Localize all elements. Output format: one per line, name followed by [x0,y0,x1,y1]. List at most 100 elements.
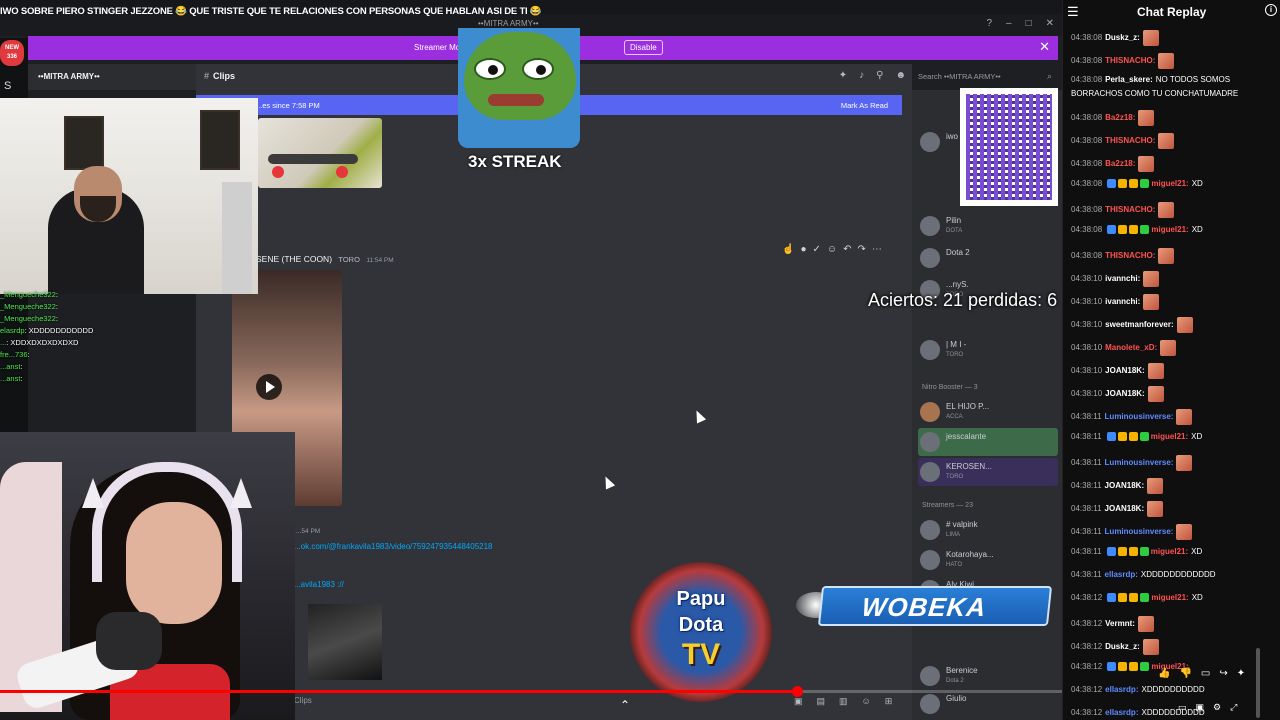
more-icon[interactable]: ⋯ [872,244,882,255]
chat-scrollbar[interactable] [1256,648,1260,718]
menu-icon[interactable]: ☰ [1067,4,1079,20]
search-input[interactable]: Search ••MITRA ARMY•• ⌕ [912,68,1058,86]
chat-author[interactable]: Duskz_z: [1105,642,1140,651]
chat-message[interactable]: 04:38:11 Luminousinverse: [1071,451,1277,474]
threads-icon[interactable]: ✦ [839,70,847,81]
chat-author[interactable]: Perla_skere: [1105,75,1153,84]
chat-message[interactable]: 04:38:08 Ba2z18: [1071,106,1277,129]
chat-author[interactable]: JOAN18K: [1105,389,1145,398]
chat-author[interactable]: Ba2z18: [1105,159,1135,168]
chat-author[interactable]: JOAN18K: [1105,481,1145,490]
chat-author[interactable]: Luminousinverse: [1105,458,1174,467]
chat-message[interactable]: 04:38:08 miguel21: XD [1071,221,1277,244]
chat-author[interactable]: ellasrdp: [1105,570,1138,579]
message-area[interactable]: ...es since 7:58 PM Mark As Read SENE (T… [196,90,912,720]
bell-icon[interactable]: ♪ [859,70,864,81]
server-icon-s[interactable]: S [4,80,11,92]
emoji-icon[interactable]: ☺ [862,696,871,707]
member-item[interactable]: Kotarohaya... HATO [918,546,1058,574]
chat-author[interactable]: JOAN18K: [1105,504,1145,513]
chat-message[interactable]: 04:38:08 THISNACHO: [1071,244,1277,267]
chat-message[interactable]: 04:38:08 miguel21: XD [1071,175,1277,198]
chat-author[interactable]: THISNACHO: [1105,136,1155,145]
chat-message[interactable]: 04:38:08 THISNACHO: [1071,129,1277,152]
maximize-icon[interactable]: □ [1026,18,1032,29]
chat-message[interactable]: 04:38:10 JOAN18K: [1071,382,1277,405]
chat-message[interactable]: 04:38:11 miguel21: XD [1071,428,1277,451]
skateboard-image[interactable] [258,118,382,188]
video-player[interactable]: ••MITRA ARMY•• ? – □ ✕ Streamer Mode is … [0,0,1062,720]
gif-icon[interactable]: ▤ [817,696,826,707]
server-name[interactable]: ••MITRA ARMY•• [28,64,196,90]
chat-author[interactable]: ellasrdp: [1105,708,1138,717]
more-icon[interactable]: ✦ [1237,668,1245,679]
chat-author[interactable]: THISNACHO: [1105,251,1155,260]
chat-author[interactable]: ellasrdp: [1105,685,1138,694]
member-item[interactable]: jesscalante [918,428,1058,456]
mark-as-read-button[interactable]: Mark As Read [841,101,888,110]
member-item[interactable]: EL HIJO P... ACCA [918,398,1058,426]
chevron-up-icon[interactable]: ⌃ [620,698,630,712]
members-icon[interactable]: ☻ [895,70,906,81]
chat-author[interactable]: ivannchi: [1105,274,1140,283]
reaction-icon[interactable]: ● [800,244,806,255]
scrubber-handle[interactable] [791,686,803,697]
chat-message[interactable]: 04:38:12 Duskz_z: [1071,635,1277,658]
chat-author[interactable]: Vermnt: [1105,619,1135,628]
chat-message[interactable]: 04:38:12 miguel21: XD [1071,589,1277,612]
forward-icon[interactable]: ↷ [858,244,866,255]
chat-message[interactable]: 04:38:11 Luminousinverse: [1071,405,1277,428]
dislike-icon[interactable]: 👎 [1179,668,1191,679]
fullscreen-icon[interactable]: ⤢ [1230,702,1237,713]
member-item[interactable]: Berenice Dota 2 [918,662,1058,690]
chat-message-list[interactable]: 04:38:08 Duskz_z: 04:38:08 THISNACHO: 04:38:… [1071,26,1277,720]
reaction-icon[interactable]: ☝ [782,244,794,255]
comment-icon[interactable]: ▭ [1201,668,1210,679]
member-item[interactable]: # valpink LIMA [918,516,1058,544]
chat-author[interactable]: miguel21: [1151,179,1188,188]
chat-message[interactable]: 04:38:10 JOAN18K: [1071,359,1277,382]
minimize-icon[interactable]: – [1006,18,1012,29]
progress-bar[interactable] [0,686,1062,697]
apps-icon[interactable]: ⊞ [885,696,893,707]
emoji-icon[interactable]: ☺ [827,244,837,255]
miniplayer-icon[interactable]: ▣ [1196,702,1205,713]
subtitles-icon[interactable]: ▭ [1178,702,1187,713]
pin-icon[interactable]: ⚲ [876,70,883,81]
member-item[interactable]: Giulio [918,690,1058,718]
chat-message[interactable]: 04:38:11 JOAN18K: [1071,497,1277,520]
chat-author[interactable]: Duskz_z: [1105,33,1140,42]
chat-message[interactable]: 04:38:12 ellasrdp: XDDDDDDDDDD [1071,704,1277,720]
member-item[interactable]: | M I - TORO [918,336,1058,364]
chat-author[interactable]: Ba2z18: [1105,113,1135,122]
share-icon[interactable]: ↪ [1219,668,1227,679]
chat-message[interactable]: 04:38:08 THISNACHO: [1071,198,1277,221]
sticker-icon[interactable]: ▥ [839,696,848,707]
chat-author[interactable]: JOAN18K: [1105,366,1145,375]
chat-author[interactable]: Luminousinverse: [1105,527,1174,536]
play-icon[interactable] [256,374,282,400]
check-icon[interactable]: ✓ [813,244,821,255]
chat-author[interactable]: Luminousinverse: [1105,412,1174,421]
chat-author[interactable]: Manolete_xD: [1105,343,1157,352]
close-banner-icon[interactable]: ✕ [1039,39,1050,55]
chat-author[interactable]: sweetmanforever: [1105,320,1173,329]
chat-message[interactable]: 04:38:10 ivannchi: [1071,267,1277,290]
chat-message[interactable]: 04:38:11 ellasrdp: XDDDDDDDDDDDD [1071,566,1277,589]
chat-message[interactable]: 04:38:12 Vermnt: [1071,612,1277,635]
chat-message[interactable]: 04:38:12 ellasrdp: XDDDDDDDDDD [1071,681,1277,704]
chat-message[interactable]: 04:38:10 Manolete_xD: [1071,336,1277,359]
chat-author[interactable]: miguel21: [1151,225,1188,234]
chat-message[interactable]: 04:38:11 JOAN18K: [1071,474,1277,497]
chat-message[interactable]: 04:38:11 Luminousinverse: [1071,520,1277,543]
gift-icon[interactable]: ▣ [794,696,803,707]
new-messages-badge[interactable]: NEW 336 [0,40,24,66]
info-icon[interactable]: i [1265,4,1277,16]
chat-message[interactable]: 04:38:08 Perla_skere: NO TODOS SOMOS BORRA… [1071,72,1277,106]
close-window-icon[interactable]: ✕ [1046,18,1054,29]
reply-icon[interactable]: ↶ [843,244,851,255]
tiktok-link[interactable]: ...ok.com/@frankavila1983/video/75924793… [294,542,493,551]
settings-icon[interactable]: ⚙ [1213,702,1221,713]
chat-message[interactable]: 04:38:10 ivannchi: [1071,290,1277,313]
like-icon[interactable]: 👍 [1158,668,1170,679]
